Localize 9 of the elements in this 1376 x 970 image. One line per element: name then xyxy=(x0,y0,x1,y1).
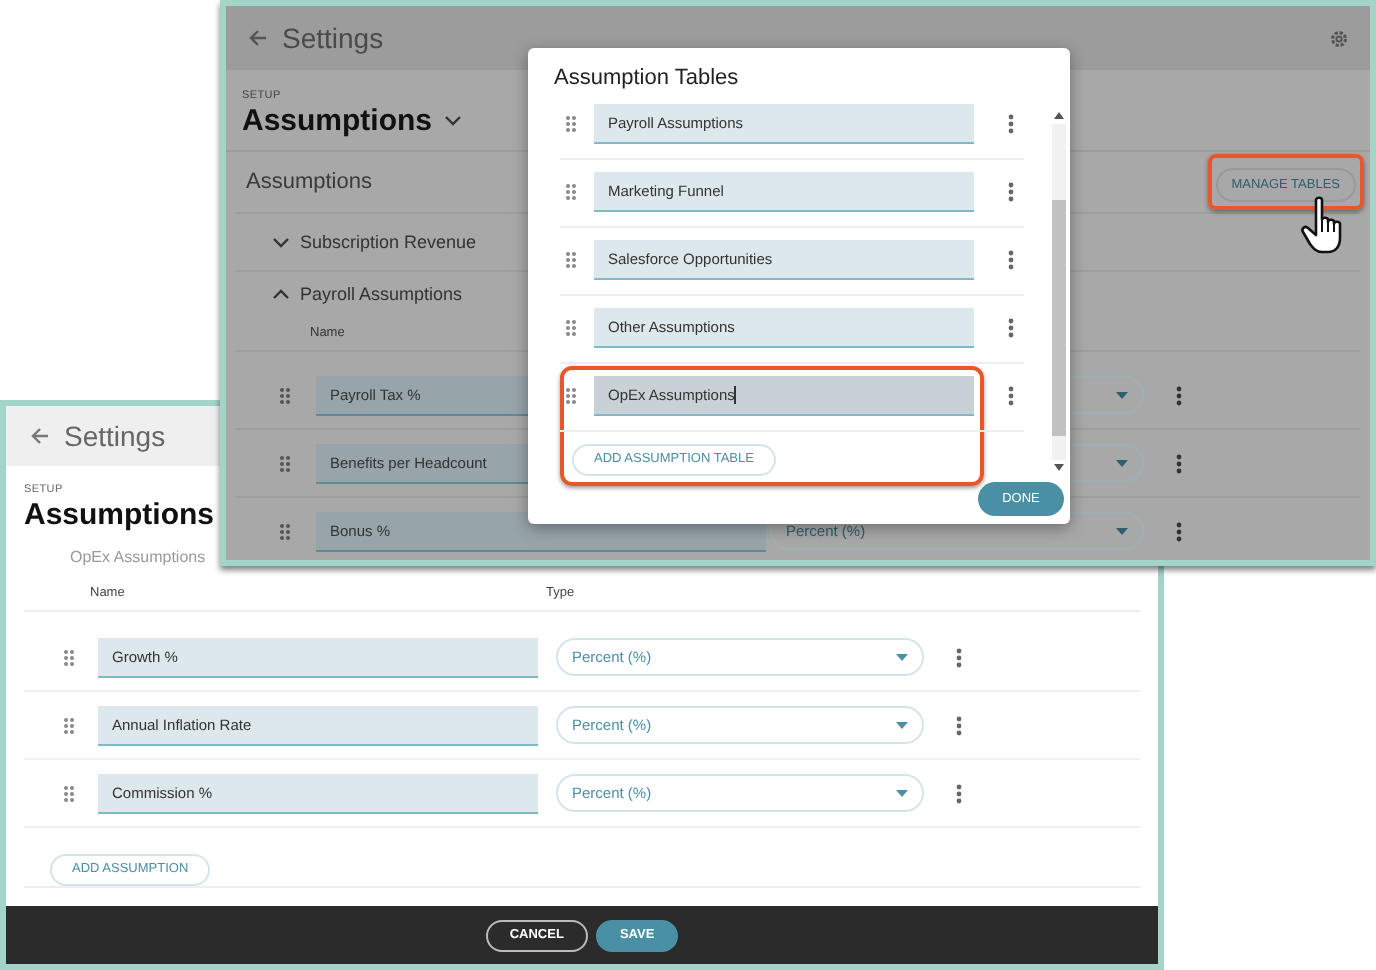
section-title: Assumptions xyxy=(246,170,372,194)
page-title: Assumptions xyxy=(242,104,433,138)
window-title: Settings xyxy=(282,22,384,54)
page-title: Assumptions xyxy=(24,498,215,532)
dialog-title: Assumption Tables xyxy=(554,66,739,90)
group-title: Payroll Assumptions xyxy=(300,284,463,304)
window-title: Settings xyxy=(64,420,166,452)
group-title: Subscription Revenue xyxy=(300,232,477,252)
group-title: OpEx Assumptions xyxy=(68,546,208,570)
